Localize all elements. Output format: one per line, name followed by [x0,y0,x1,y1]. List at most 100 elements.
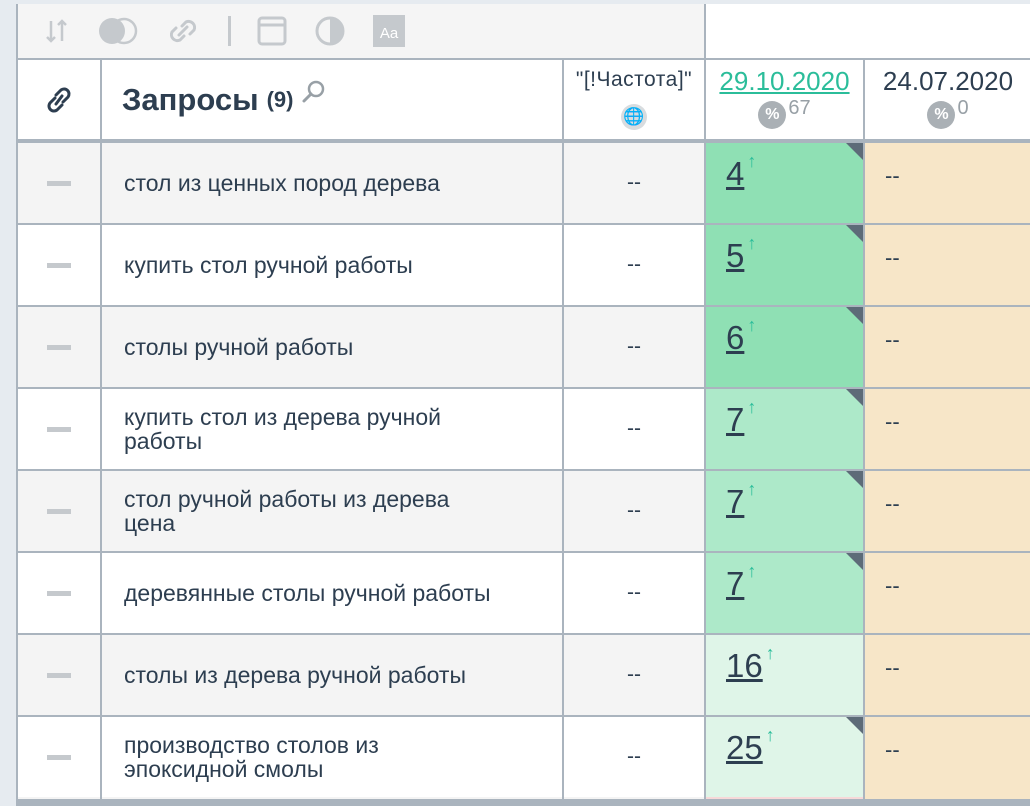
corner-marker [846,143,863,160]
up-arrow-icon: ↑ [747,561,757,581]
toggle-icon[interactable] [98,17,138,45]
row-link-toggle[interactable] [18,307,100,387]
date2-percent: 0 [957,97,969,119]
position-link[interactable]: 7 [726,565,744,602]
toolbar-divider [228,16,231,46]
position-link[interactable]: 5 [726,237,744,274]
position-link[interactable]: 25 [726,729,763,766]
position-cell[interactable]: 6 ↑ [706,307,863,387]
position-link[interactable]: 7 [726,401,744,438]
row-link-toggle[interactable] [18,553,100,633]
next-row-strip [865,797,1030,799]
dash-icon [47,262,71,268]
font-icon[interactable]: Aa [373,15,405,47]
dash-icon [47,508,71,514]
dash-icon [47,590,71,596]
corner-marker [846,225,863,242]
search-icon[interactable] [301,79,327,105]
percent-icon: % [758,101,787,129]
frequency-cell: -- [564,553,704,633]
corner-marker [846,471,863,488]
dash-icon [47,754,71,760]
old-position-cell: -- [865,143,1030,223]
queries-header: Запросы (9) [102,60,562,139]
up-arrow-icon: ↑ [765,725,775,745]
old-position-cell: -- [865,225,1030,305]
next-row-strip [706,797,863,799]
query-cell: стол ручной работы из дерева цена [102,471,562,551]
position-link[interactable]: 16 [726,647,763,684]
row-link-toggle[interactable] [18,225,100,305]
rankings-table: Aa Запросы (9) "[!Частота]" 🌐 29.10.2020… [16,4,1030,806]
frequency-cell: -- [564,225,704,305]
frequency-label: "[!Частота]" [575,68,693,91]
position-link[interactable]: 6 [726,319,744,356]
frequency-cell: -- [564,471,704,551]
next-row-strip [102,797,562,799]
row-link-toggle[interactable] [18,389,100,469]
query-cell: столы из дерева ручной работы [102,635,562,715]
position-cell[interactable]: 7 ↑ [706,471,863,551]
row-link-toggle[interactable] [18,717,100,797]
old-position-cell: -- [865,471,1030,551]
date2-label: 24.07.2020 [882,66,1014,96]
link-icon [47,87,71,112]
query-cell: столы ручной работы [102,307,562,387]
up-arrow-icon: ↑ [747,479,757,499]
queries-count: (9) [266,86,294,112]
globe-icon[interactable]: 🌐 [621,104,647,130]
up-arrow-icon: ↑ [747,397,757,417]
frequency-cell: -- [564,717,704,797]
position-cell[interactable]: 5 ↑ [706,225,863,305]
toolbar: Aa [18,4,704,58]
query-cell: деревянные столы ручной работы [102,553,562,633]
link-column-header[interactable] [18,60,100,139]
up-arrow-icon: ↑ [747,151,757,171]
old-position-cell: -- [865,553,1030,633]
position-cell[interactable]: 4 ↑ [706,143,863,223]
window-icon[interactable] [257,16,287,46]
link-icon[interactable] [166,14,200,48]
up-arrow-icon: ↑ [747,233,757,253]
old-position-cell: -- [865,389,1030,469]
query-cell: купить стол из дерева ручной работы [102,389,562,469]
position-link[interactable]: 7 [726,483,744,520]
queries-title: Запросы [122,81,259,117]
frequency-cell: -- [564,307,704,387]
position-link[interactable]: 4 [726,155,744,192]
old-position-cell: -- [865,635,1030,715]
contrast-icon[interactable] [315,16,345,46]
row-link-toggle[interactable] [18,471,100,551]
frequency-cell: -- [564,143,704,223]
up-arrow-icon: ↑ [747,315,757,335]
sort-icon[interactable] [44,18,70,44]
old-position-cell: -- [865,307,1030,387]
position-cell[interactable]: 7 ↑ [706,553,863,633]
next-row-strip [564,797,704,799]
dash-icon [47,672,71,678]
frequency-cell: -- [564,635,704,715]
corner-marker [846,307,863,324]
query-cell: производство столов из эпоксидной смолы [102,717,562,797]
frequency-cell: -- [564,389,704,469]
query-cell: стол из ценных пород дерева [102,143,562,223]
frequency-header[interactable]: "[!Частота]" 🌐 [564,60,704,139]
position-cell[interactable]: 16 ↑ [706,635,863,715]
query-cell: купить стол ручной работы [102,225,562,305]
date-column-header-2[interactable]: 24.07.2020 % 0 [865,60,1030,139]
up-arrow-icon: ↑ [765,643,775,663]
corner-marker [846,389,863,406]
old-position-cell: -- [865,717,1030,797]
date1-link[interactable]: 29.10.2020 [706,60,863,97]
date1-percent: 67 [788,97,811,119]
date-column-header-1[interactable]: 29.10.2020 % 67 [706,60,863,139]
row-link-toggle[interactable] [18,143,100,223]
next-row-strip [18,797,100,799]
row-link-toggle[interactable] [18,635,100,715]
corner-marker [846,717,863,734]
position-cell[interactable]: 7 ↑ [706,389,863,469]
svg-text:Aa: Aa [380,25,399,42]
dash-icon [47,344,71,350]
corner-marker [846,553,863,570]
position-cell[interactable]: 25 ↑ [706,717,863,797]
